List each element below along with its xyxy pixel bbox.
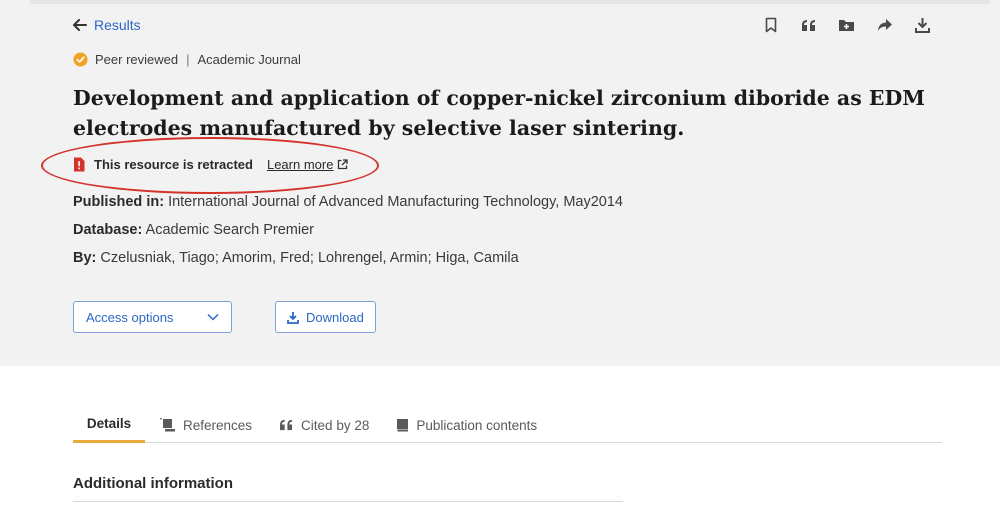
tab-references-label[interactable]: References: [183, 418, 252, 433]
authors-line: By: Czelusniak, Tiago; Amorim, Fred; Loh…: [73, 250, 519, 266]
external-link-icon: [338, 159, 349, 170]
book-icon: [397, 419, 409, 432]
meta-separator: |: [186, 52, 190, 67]
back-to-results-link[interactable]: Results: [73, 17, 141, 33]
retraction-notice: This resource is retracted Learn more: [73, 157, 349, 172]
share-icon[interactable]: [875, 14, 894, 36]
record-header: Results Peer reviewed | Academic Journal…: [0, 0, 1000, 366]
tab-details-label[interactable]: Details: [87, 416, 131, 431]
top-divider: [30, 0, 990, 4]
retraction-label: This resource is retracted: [94, 157, 253, 172]
download-icon[interactable]: [913, 14, 932, 36]
tab-references[interactable]: References: [159, 407, 252, 443]
chevron-down-icon: [207, 313, 219, 321]
access-options-dropdown[interactable]: Access options: [73, 301, 232, 333]
tab-publication-contents-label[interactable]: Publication contents: [416, 418, 537, 433]
published-in-label: Published in:: [73, 194, 165, 210]
tab-details[interactable]: Details: [73, 407, 145, 443]
download-button[interactable]: Download: [275, 301, 376, 333]
database-label: Database:: [73, 222, 143, 238]
peer-reviewed-badge-icon: [73, 52, 88, 67]
source-type: Academic Journal: [197, 52, 301, 67]
download-label[interactable]: Download: [306, 310, 364, 325]
source-meta: Peer reviewed | Academic Journal: [73, 52, 301, 67]
learn-more-label[interactable]: Learn more: [267, 157, 333, 172]
authors-label: By:: [73, 250, 97, 266]
learn-more-link[interactable]: Learn more: [267, 157, 349, 172]
database-line: Database: Academic Search Premier: [73, 222, 314, 238]
record-toolbar: [761, 14, 932, 36]
retracted-document-icon: [74, 157, 85, 172]
database-value: Academic Search Premier: [145, 222, 314, 238]
download-icon: [287, 311, 299, 324]
tab-cited-by-label[interactable]: Cited by 28: [301, 418, 369, 433]
cite-icon[interactable]: [799, 14, 818, 36]
additional-information-heading: Additional information: [73, 475, 233, 492]
access-options-label[interactable]: Access options: [86, 310, 173, 325]
tab-publication-contents[interactable]: Publication contents: [396, 407, 537, 443]
arrow-left-icon: [73, 19, 87, 31]
quote-icon: [280, 419, 293, 431]
section-divider: [73, 501, 623, 502]
published-in-line: Published in: International Journal of A…: [73, 194, 623, 210]
article-title: Development and application of copper-ni…: [73, 86, 925, 140]
authors-value: Czelusniak, Tiago; Amorim, Fred; Lohreng…: [100, 250, 519, 266]
peer-reviewed-label: Peer reviewed: [95, 52, 179, 67]
bookmark-icon[interactable]: [761, 14, 780, 36]
record-tabs: Details References Cited by 28 Publicati…: [73, 407, 942, 443]
published-in-value: International Journal of Advanced Manufa…: [168, 194, 623, 210]
back-label[interactable]: Results: [94, 17, 141, 33]
references-icon: [159, 418, 175, 432]
tab-cited-by[interactable]: Cited by 28: [279, 407, 369, 443]
add-to-folder-icon[interactable]: [837, 14, 856, 36]
